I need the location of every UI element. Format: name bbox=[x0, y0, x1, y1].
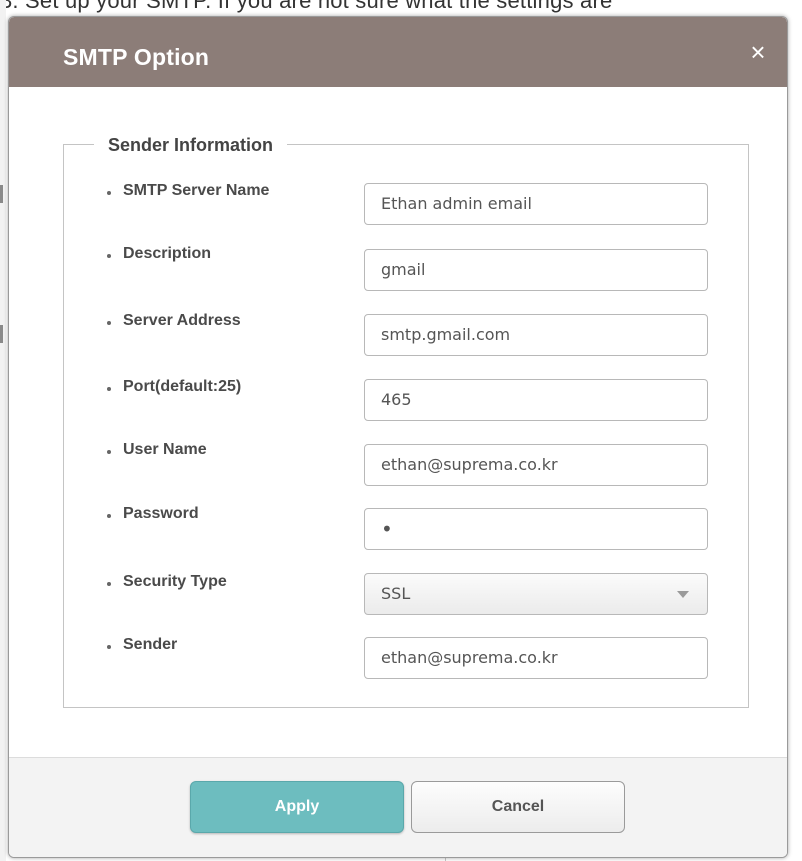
dialog-title: SMTP Option bbox=[63, 44, 210, 70]
chevron-down-icon[interactable] bbox=[677, 591, 689, 598]
port-label: Port(default:25) bbox=[123, 378, 242, 395]
bullet-icon bbox=[107, 450, 111, 454]
close-icon[interactable]: × bbox=[743, 37, 773, 67]
bullet-icon bbox=[107, 191, 111, 195]
bullet-icon bbox=[107, 645, 111, 649]
description-label: Description bbox=[123, 245, 212, 262]
smtp-server-name-input[interactable]: Ethan admin email bbox=[364, 183, 708, 225]
apply-button[interactable]: Apply bbox=[190, 781, 404, 833]
smtp-server-name-label: SMTP Server Name bbox=[123, 182, 270, 199]
background-heading: 3. Set up your SMTP. If you are not sure… bbox=[0, 0, 613, 13]
group-title: Sender Information bbox=[94, 133, 288, 157]
background-marker bbox=[0, 185, 3, 203]
bullet-icon bbox=[107, 321, 111, 325]
security-type-label: Security Type bbox=[123, 573, 227, 590]
sender-information-group: Sender Information bbox=[63, 133, 749, 708]
sender-input[interactable]: ethan@suprema.co.kr bbox=[364, 637, 708, 679]
security-type-value: SSL bbox=[381, 584, 411, 603]
bullet-icon bbox=[107, 582, 111, 586]
bullet-icon bbox=[107, 387, 111, 391]
password-input[interactable]: • bbox=[364, 508, 708, 550]
smtp-option-dialog: SMTP Option × Sender Information SMTP Se… bbox=[8, 16, 788, 858]
bullet-icon bbox=[107, 514, 111, 518]
bullet-icon bbox=[107, 254, 111, 258]
password-label: Password bbox=[123, 505, 199, 522]
description-input[interactable]: gmail bbox=[364, 249, 708, 291]
security-type-select[interactable]: SSL bbox=[364, 573, 708, 615]
dialog-titlebar: SMTP Option × bbox=[9, 17, 787, 87]
user-name-label: User Name bbox=[123, 441, 207, 458]
port-input[interactable]: 465 bbox=[364, 379, 708, 421]
user-name-input[interactable]: ethan@suprema.co.kr bbox=[364, 444, 708, 486]
background-strip bbox=[0, 0, 6, 861]
cancel-button[interactable]: Cancel bbox=[411, 781, 625, 833]
server-address-input[interactable]: smtp.gmail.com bbox=[364, 314, 708, 356]
dialog-footer: Apply Cancel bbox=[9, 757, 787, 857]
background-marker bbox=[0, 325, 3, 343]
sender-label: Sender bbox=[123, 636, 178, 653]
server-address-label: Server Address bbox=[123, 312, 241, 329]
